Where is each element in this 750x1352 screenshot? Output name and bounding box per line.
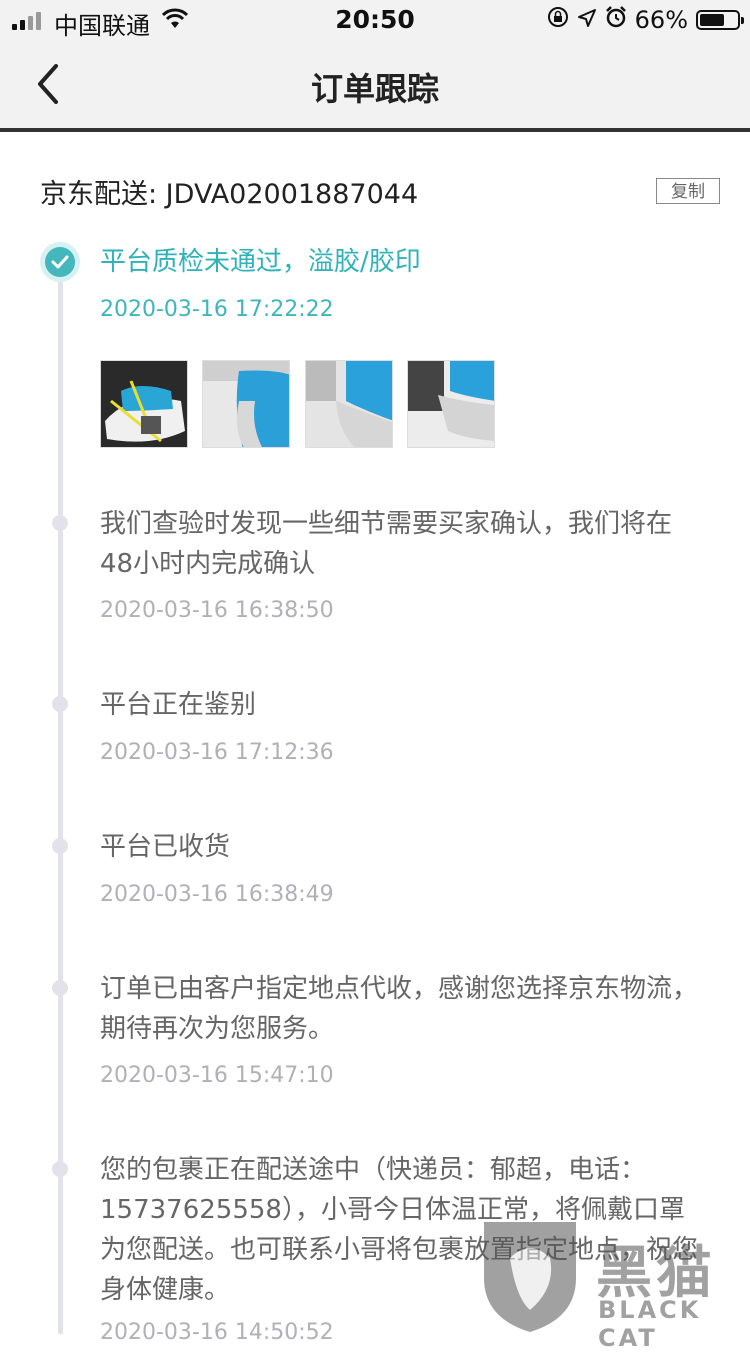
event-title: 平台正在鉴别 [100, 690, 257, 720]
location-icon [577, 6, 597, 34]
rotation-lock-icon [547, 6, 569, 34]
event-time: 2020-03-16 16:38:49 [100, 882, 334, 907]
event-time: 2020-03-16 16:38:50 [100, 598, 334, 623]
event-time: 2020-03-16 15:47:10 [100, 1063, 334, 1088]
inspection-photo-4[interactable] [407, 360, 495, 448]
battery-percent: 66% [634, 6, 688, 34]
timeline-dot [52, 515, 68, 531]
watermark-subtext: BLACK CAT [598, 1296, 702, 1352]
battery-icon [696, 10, 744, 30]
inspection-photo-3[interactable] [305, 360, 393, 448]
watermark: 黑猫 BLACK CAT [476, 1218, 750, 1352]
timeline-dot [52, 838, 68, 854]
inspection-photo-2[interactable] [202, 360, 290, 448]
inspection-photo-1[interactable] [100, 360, 188, 448]
copy-button[interactable]: 复制 [656, 178, 720, 204]
check-icon [51, 255, 69, 269]
status-bar: 中国联通 20:50 66% [0, 0, 750, 40]
event-time: 2020-03-16 17:12:36 [100, 740, 334, 765]
event-title: 我们查验时发现一些细节需要买家确认，我们将在48小时内完成确认 [100, 509, 673, 579]
timeline-dot [52, 980, 68, 996]
event-title: 平台质检未通过，溢胶/胶印 [100, 247, 421, 277]
page-title: 订单跟踪 [310, 70, 439, 108]
event-title: 订单已由客户指定地点代收，感谢您选择京东物流，期待再次为您服务。 [100, 974, 699, 1044]
nav-bar: 订单跟踪 [0, 40, 750, 132]
timeline-active-dot [40, 242, 80, 282]
alarm-icon [605, 6, 627, 34]
cat-shield-icon [484, 1222, 576, 1332]
event-title: 平台已收货 [100, 832, 231, 862]
event-time: 2020-03-16 17:22:22 [100, 297, 334, 322]
timeline-dot [52, 1161, 68, 1177]
timeline-dot [52, 696, 68, 712]
tracking-number: 京东配送: JDVA02001887044 [40, 179, 419, 210]
event-time: 2020-03-16 14:50:52 [100, 1320, 334, 1345]
